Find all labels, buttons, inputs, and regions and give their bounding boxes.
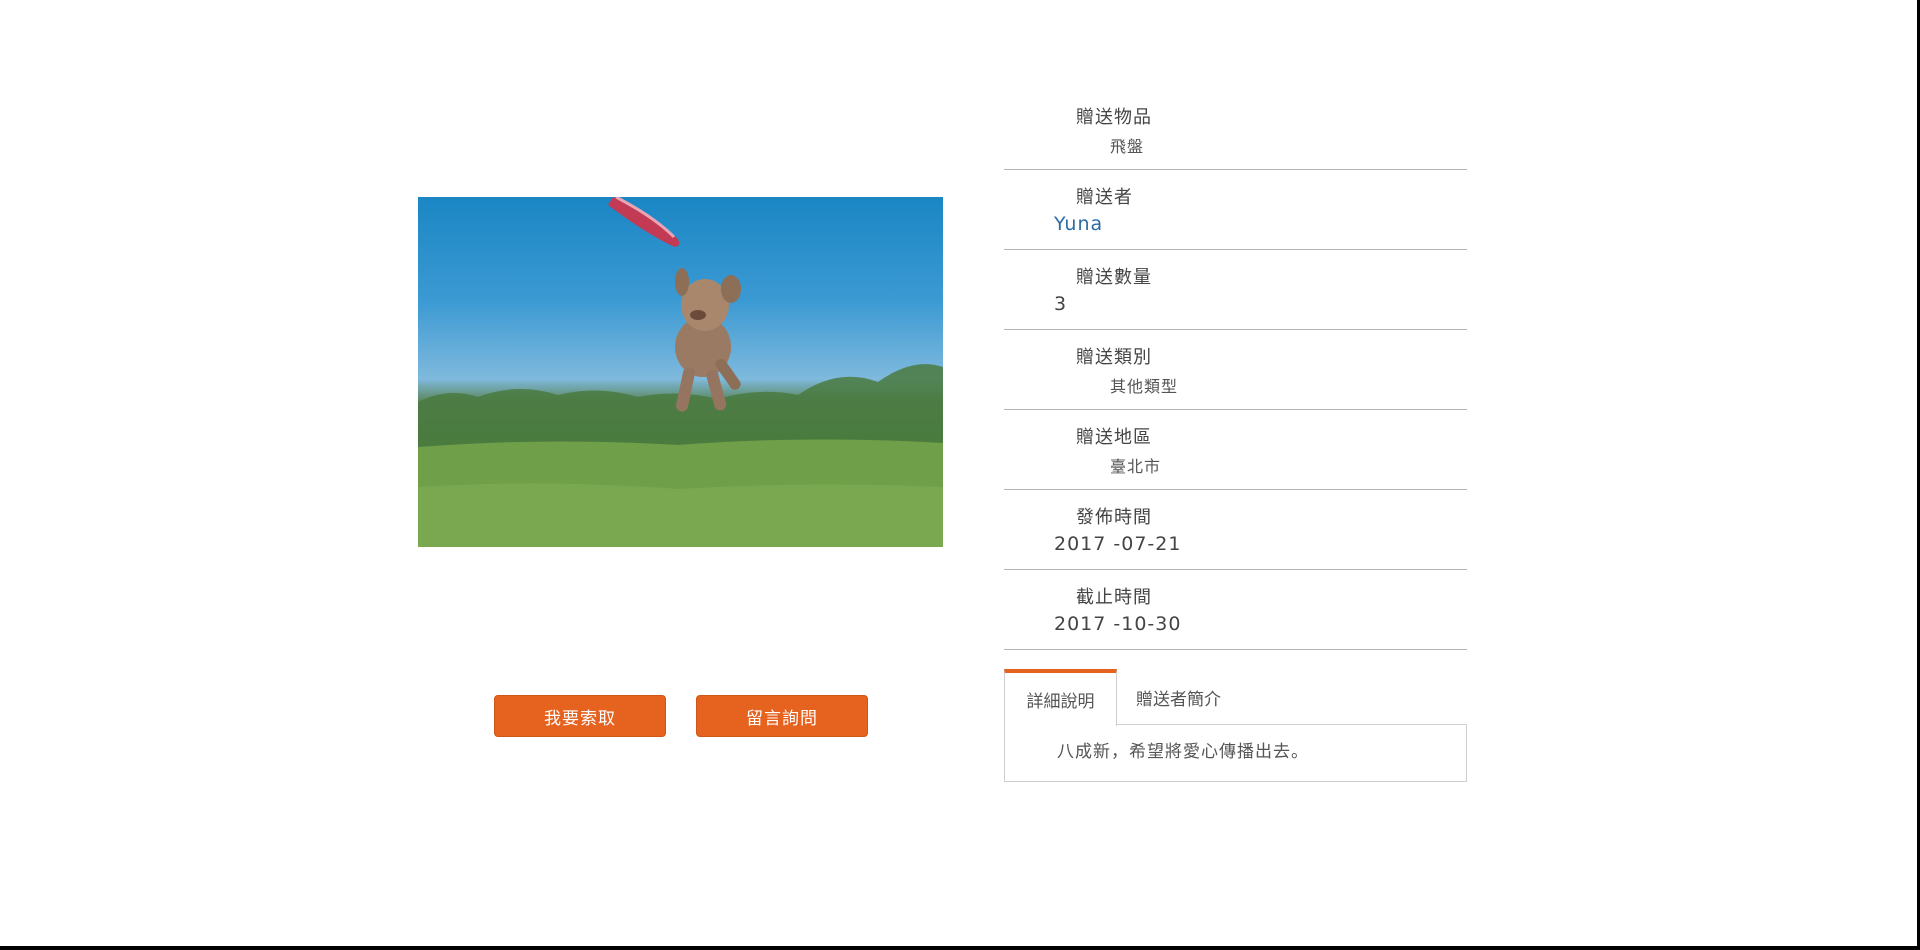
detail-giver-label: 贈送者 xyxy=(1076,187,1133,208)
detail-category: 贈送類別 其他類型 xyxy=(1004,329,1467,410)
detail-quantity: 贈送數量 3 xyxy=(1004,249,1467,330)
info-tabs: 詳細說明 贈送者簡介 xyxy=(1004,669,1467,726)
description-text: 八成新，希望將愛心傳播出去。 xyxy=(1057,742,1309,762)
detail-category-value: 其他類型 xyxy=(1110,377,1179,396)
tab-description[interactable]: 詳細說明 xyxy=(1004,669,1117,726)
request-item-button[interactable]: 我要索取 xyxy=(494,695,666,737)
giver-name-link[interactable]: Yuna xyxy=(1054,213,1103,235)
tab-panel-description: 八成新，希望將愛心傳播出去。 xyxy=(1004,724,1467,782)
detail-deadline-value: 2017 -10-30 xyxy=(1054,613,1182,635)
detail-item-label: 贈送物品 xyxy=(1076,107,1152,128)
detail-region-label: 贈送地區 xyxy=(1076,427,1152,448)
detail-giver: 贈送者 Yuna xyxy=(1004,169,1467,250)
detail-deadline: 截止時間 2017 -10-30 xyxy=(1004,569,1467,650)
detail-region: 贈送地區 臺北市 xyxy=(1004,409,1467,490)
detail-quantity-value: 3 xyxy=(1054,293,1068,315)
detail-item-value: 飛盤 xyxy=(1110,137,1145,156)
detail-quantity-label: 贈送數量 xyxy=(1076,267,1152,288)
detail-item: 贈送物品 飛盤 xyxy=(1004,89,1467,170)
detail-published-value: 2017 -07-21 xyxy=(1054,533,1182,555)
detail-published: 發佈時間 2017 -07-21 xyxy=(1004,489,1467,570)
tab-giver-profile[interactable]: 贈送者簡介 xyxy=(1136,669,1276,725)
detail-deadline-label: 截止時間 xyxy=(1076,587,1152,608)
detail-published-label: 發佈時間 xyxy=(1076,507,1152,528)
detail-region-value: 臺北市 xyxy=(1110,457,1162,476)
window-edge-bottom xyxy=(0,946,1920,950)
item-photo xyxy=(418,197,943,547)
leave-message-button[interactable]: 留言詢問 xyxy=(696,695,868,737)
detail-category-label: 贈送類別 xyxy=(1076,347,1152,368)
